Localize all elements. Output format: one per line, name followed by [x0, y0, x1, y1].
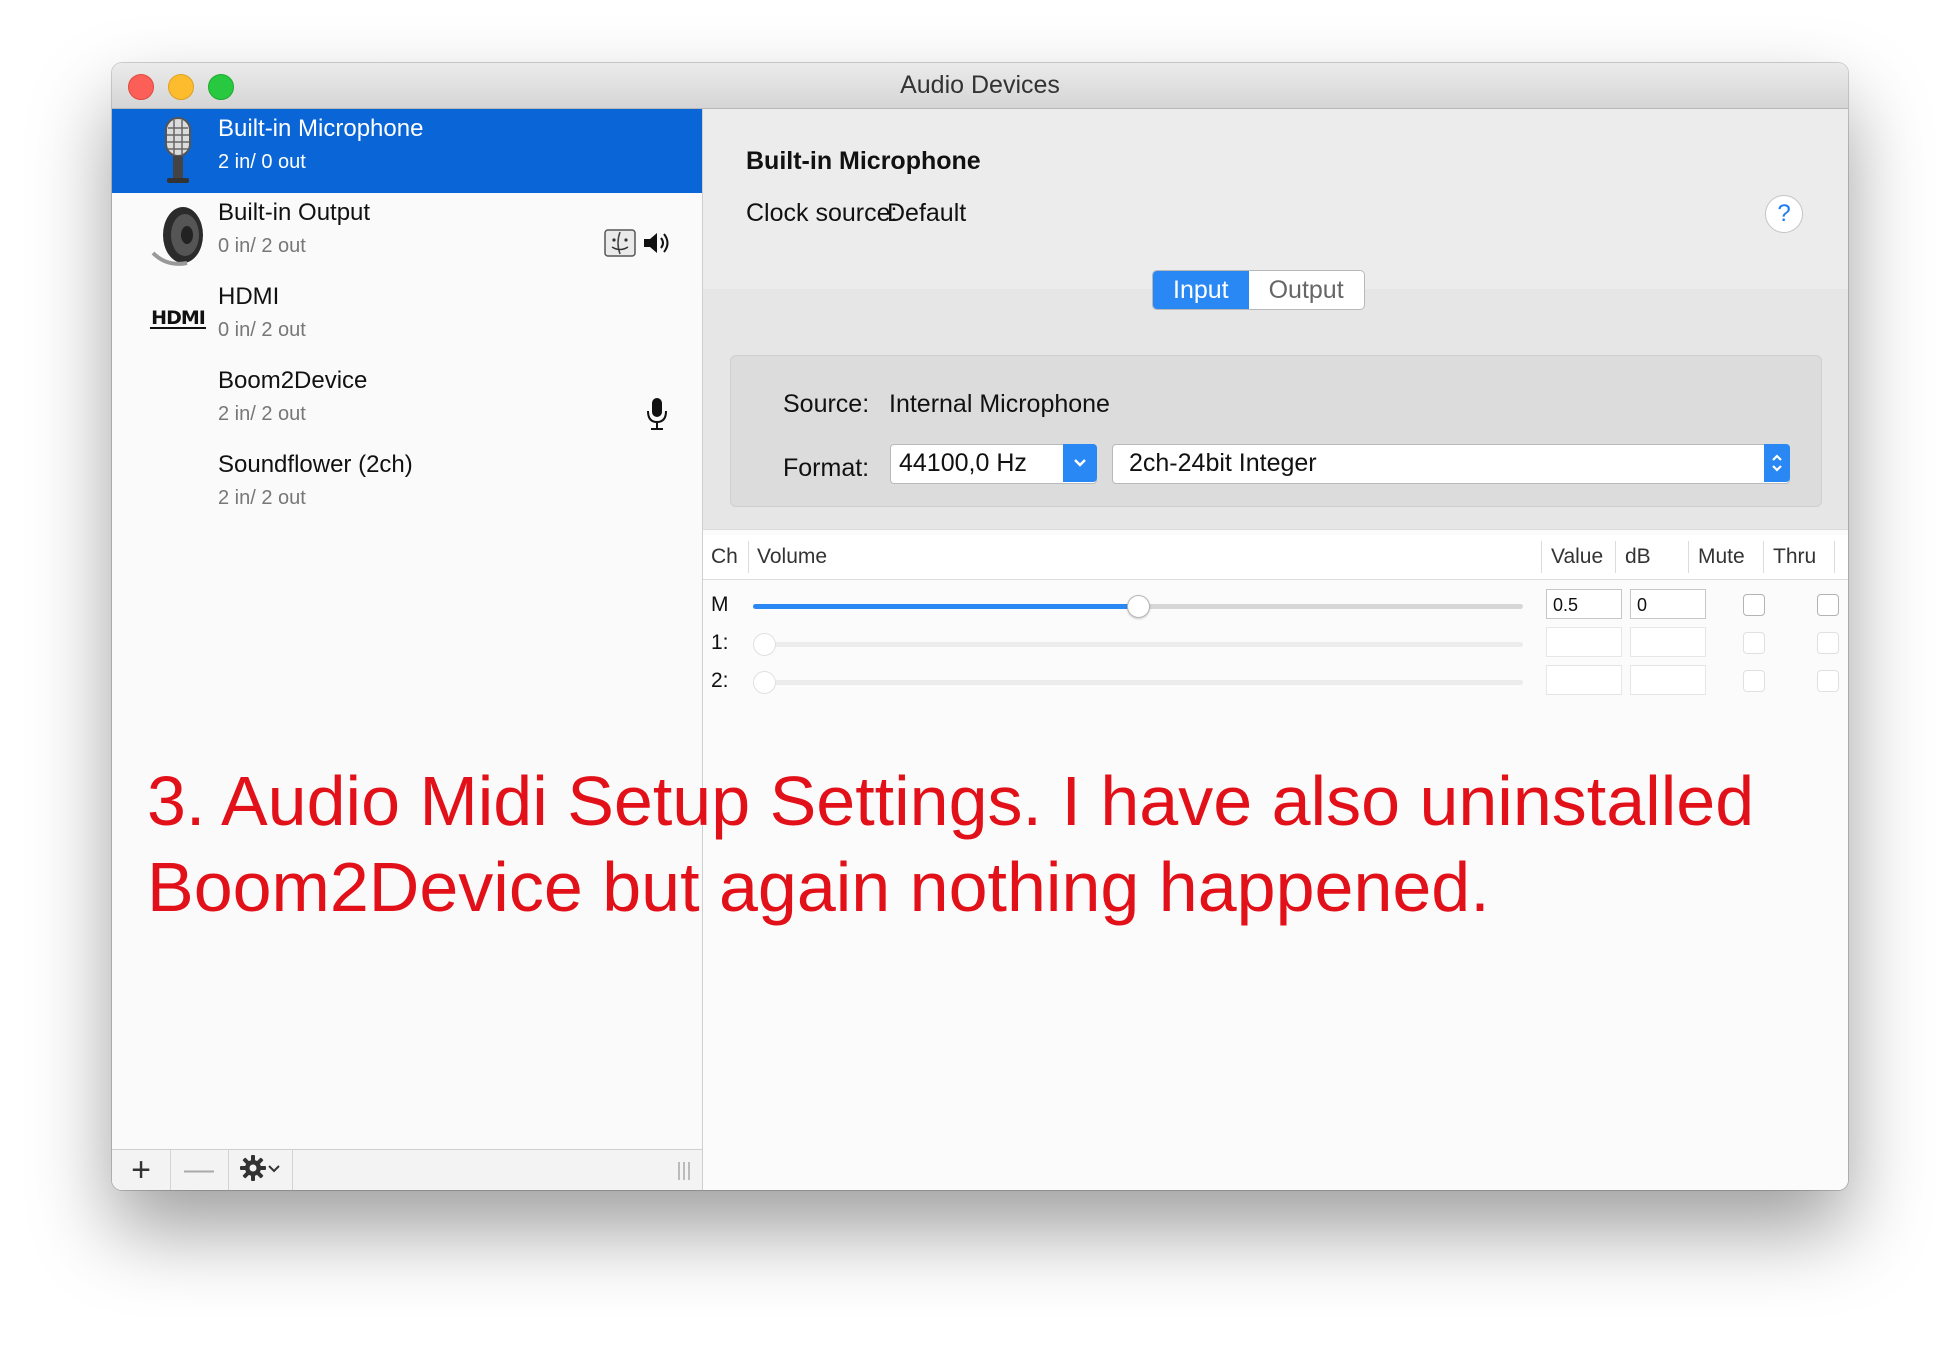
chevron-down-icon	[267, 1161, 281, 1179]
system-sound-icon	[604, 229, 636, 262]
column-ch: Ch	[711, 545, 738, 568]
volume-slider-knob[interactable]	[753, 671, 776, 694]
device-title: Built-in Microphone	[746, 147, 981, 175]
tab-input[interactable]: Input	[1153, 271, 1249, 309]
volume-value-field[interactable]: 0.5	[1546, 589, 1622, 619]
device-row-soundflower-2ch[interactable]: Soundflower (2ch) 2 in/ 2 out	[112, 445, 702, 529]
sample-rate-popup[interactable]: 44100,0 Hz	[890, 444, 1097, 484]
device-detail-pane: Built-in Microphone Clock source: Defaul…	[703, 109, 1848, 1190]
sidebar-toolbar: + —	[112, 1149, 702, 1190]
column-divider	[1834, 541, 1835, 573]
device-status-icons	[604, 229, 672, 262]
clock-source-label: Clock source:	[746, 199, 898, 227]
format-box: Source: Internal Microphone Format: 4410…	[730, 355, 1822, 507]
device-name: Built-in Output	[218, 199, 371, 226]
format-label: Format:	[783, 454, 870, 482]
volume-slider-fill	[753, 604, 1138, 609]
minimize-button[interactable]	[168, 74, 194, 100]
chevron-down-icon	[1063, 444, 1097, 482]
device-io: 0 in/ 2 out	[218, 235, 306, 257]
input-output-tabs: Input Output	[1152, 270, 1365, 310]
channel-label: M	[711, 593, 729, 616]
device-row-built-in-output[interactable]: Built-in Output 0 in/ 2 out	[112, 193, 702, 277]
column-divider	[1541, 541, 1542, 573]
column-thru: Thru	[1773, 545, 1817, 568]
volume-slider[interactable]	[753, 595, 1523, 618]
microphone-icon	[142, 113, 214, 189]
column-divider	[1688, 541, 1689, 573]
column-db: dB	[1625, 545, 1651, 568]
add-device-button[interactable]: +	[112, 1150, 171, 1190]
annotation-text: 3. Audio Midi Setup Settings. I have als…	[147, 758, 1787, 930]
clock-source-value[interactable]: Default	[887, 199, 966, 228]
column-mute: Mute	[1698, 545, 1745, 568]
channel-row: M 0.5 0	[703, 589, 1848, 625]
tab-output[interactable]: Output	[1249, 271, 1364, 309]
speaker-icon	[142, 197, 214, 273]
device-row-hdmi[interactable]: HDMI HDMI 0 in/ 2 out	[112, 277, 702, 361]
mute-checkbox[interactable]	[1743, 670, 1765, 692]
device-header: Built-in Microphone Clock source: Defaul…	[703, 109, 1848, 290]
help-button[interactable]: ?	[1765, 195, 1803, 233]
thru-checkbox[interactable]	[1817, 632, 1839, 654]
mute-checkbox[interactable]	[1743, 632, 1765, 654]
bit-format-popup[interactable]: 2ch-24bit Integer	[1112, 444, 1790, 484]
source-label: Source:	[783, 390, 870, 418]
column-value: Value	[1551, 545, 1604, 568]
source-value: Internal Microphone	[889, 390, 1110, 418]
channel-row: 2:	[703, 665, 1848, 701]
default-input-mic-icon	[646, 397, 668, 436]
device-row-boom2device[interactable]: Boom2Device 2 in/ 2 out	[112, 361, 702, 445]
title-bar: Audio Devices	[112, 63, 1848, 109]
thru-checkbox[interactable]	[1817, 670, 1839, 692]
volume-value-field[interactable]	[1546, 627, 1622, 657]
mute-checkbox[interactable]	[1743, 594, 1765, 616]
action-menu-button[interactable]	[228, 1150, 293, 1190]
annotation-line-2: Boom2Device but again nothing happened.	[147, 848, 1490, 926]
column-divider	[748, 541, 749, 573]
gear-icon	[239, 1154, 267, 1187]
window-title: Audio Devices	[900, 71, 1060, 99]
device-io: 2 in/ 0 out	[218, 151, 306, 173]
up-down-chevron-icon	[1764, 444, 1790, 482]
device-list: Built-in Microphone 2 in/ 0 out Built-in…	[112, 109, 703, 1190]
volume-db-field[interactable]	[1630, 665, 1706, 695]
volume-slider[interactable]	[753, 633, 1523, 656]
device-status-icons	[646, 397, 668, 436]
channel-label: 2:	[711, 669, 729, 692]
thru-checkbox[interactable]	[1817, 594, 1839, 616]
volume-db-field[interactable]: 0	[1630, 589, 1706, 619]
sidebar-resize-handle[interactable]	[678, 1162, 690, 1180]
volume-slider[interactable]	[753, 671, 1523, 694]
device-name: Boom2Device	[218, 367, 368, 394]
channel-label: 1:	[711, 631, 729, 654]
device-io: 0 in/ 2 out	[218, 319, 306, 341]
device-name: Built-in Microphone	[218, 115, 424, 142]
volume-db-field[interactable]	[1630, 627, 1706, 657]
bit-format-value: 2ch-24bit Integer	[1129, 449, 1317, 477]
hdmi-logo-icon: HDMI	[150, 306, 206, 329]
volume-slider-knob[interactable]	[1127, 595, 1150, 618]
annotation-line-1: 3. Audio Midi Setup Settings. I have als…	[147, 762, 1755, 840]
sample-rate-value: 44100,0 Hz	[899, 449, 1027, 477]
device-io: 2 in/ 2 out	[218, 487, 306, 509]
remove-device-button[interactable]: —	[170, 1150, 229, 1190]
default-output-speaker-icon	[642, 230, 672, 261]
column-divider	[1763, 541, 1764, 573]
device-name: Soundflower (2ch)	[218, 451, 413, 478]
zoom-button[interactable]	[208, 74, 234, 100]
close-button[interactable]	[128, 74, 154, 100]
device-io: 2 in/ 2 out	[218, 403, 306, 425]
column-divider	[1615, 541, 1616, 573]
volume-value-field[interactable]	[1546, 665, 1622, 695]
volume-slider-knob[interactable]	[753, 633, 776, 656]
channel-table-header: Ch Volume Value dB Mute Thru	[703, 535, 1848, 580]
device-name: HDMI	[218, 283, 280, 310]
channel-row: 1:	[703, 627, 1848, 663]
device-row-built-in-microphone[interactable]: Built-in Microphone 2 in/ 0 out	[112, 109, 702, 193]
column-volume: Volume	[757, 545, 828, 568]
audio-devices-window: Audio Devices Built-in Microphone 2 in/ …	[112, 63, 1848, 1190]
